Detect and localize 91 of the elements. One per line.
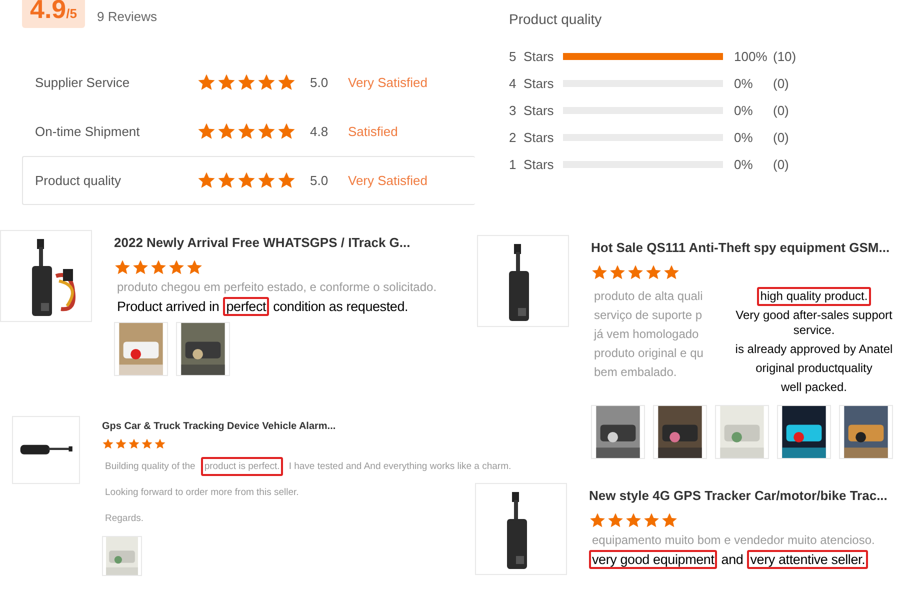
rating-verdict: Very Satisfied	[348, 75, 428, 90]
star-icon	[132, 259, 149, 276]
rating-value: 4.8	[310, 124, 330, 139]
star-level-label: 5 Stars	[509, 48, 555, 64]
star-icon	[197, 171, 216, 190]
star-icon	[589, 512, 606, 529]
review-text: bem embalado.	[593, 364, 678, 381]
star-icon	[237, 171, 256, 190]
star-icon	[217, 73, 236, 92]
product-title[interactable]: New style 4G GPS Tracker Car/motor/bike Trac...	[589, 488, 888, 503]
review-text: Regards.	[104, 512, 145, 526]
star-icon	[217, 171, 236, 190]
star-icon	[197, 73, 216, 92]
review-text: já vem homologado	[592, 326, 700, 343]
review-text: condition as requested.	[272, 298, 410, 316]
star-icon	[217, 122, 236, 141]
highlighted-phrase: very good equipment	[589, 550, 718, 569]
star-icon	[150, 259, 167, 276]
star-icon	[128, 438, 140, 450]
review-text: equipamento muito bom e vendedor muito atencioso.	[591, 532, 876, 549]
star-level-label: 4 Stars	[509, 76, 555, 90]
breakdown-title: Product quality	[509, 11, 603, 27]
star-icon	[643, 512, 660, 529]
rating-verdict: Very Satisfied	[348, 173, 428, 188]
rating-label: Supplier Service	[35, 75, 131, 90]
count-label: (0)	[773, 130, 789, 144]
percent-label: 100%	[734, 48, 768, 64]
review-text: produto original e qu	[593, 345, 704, 362]
star-icon	[625, 512, 642, 529]
review-text: Product arrived in	[116, 298, 220, 316]
review-text: and	[720, 551, 744, 569]
product-title[interactable]: 2022 Newly Arrival Free WHATSGPS / ITrack G...	[114, 235, 440, 250]
star-icon	[237, 73, 256, 92]
percent-label: 0%	[734, 102, 754, 118]
star-icon	[114, 259, 131, 276]
review-text: well packed.	[780, 379, 848, 396]
rating-label: On-time Shipment	[35, 124, 141, 139]
count-label: (0)	[773, 76, 789, 90]
count-label: (0)	[773, 156, 789, 172]
review-text: produto de alta quali	[593, 288, 704, 305]
rating-row[interactable]: Product quality 5.0 Very Satisfied	[22, 156, 475, 205]
star-icon	[645, 264, 662, 281]
star-level-label: 1 Stars	[509, 156, 555, 172]
rating-label: Product quality	[35, 173, 122, 188]
review-text: original productquality	[754, 360, 874, 377]
star-icon	[257, 73, 276, 92]
rating-value: 5.0	[310, 173, 330, 188]
star-icon	[154, 438, 166, 450]
highlighted-phrase: high quality product.	[757, 287, 871, 306]
star-icon	[607, 512, 624, 529]
rating-value: 5.0	[310, 75, 330, 90]
review-text: Very good after-sales support service.	[734, 307, 894, 339]
star-icon	[168, 259, 185, 276]
star-icon	[609, 264, 626, 281]
percent-label: 0%	[734, 76, 754, 90]
review-text: Looking forward to order more from this seller.	[104, 486, 300, 500]
review-text: produto chegou em perfeito estado, e conforme o solicitado.	[116, 279, 438, 296]
review-text: is already approved by Anatel	[734, 341, 894, 358]
star-icon	[102, 438, 114, 450]
star-icon	[627, 264, 644, 281]
highlighted-phrase: product is perfect.	[201, 457, 283, 476]
star-icon	[197, 122, 216, 141]
product-title[interactable]: Hot Sale QS111 Anti-Theft spy equipment GSM...	[591, 240, 900, 255]
star-icon	[277, 171, 296, 190]
review-text: serviço de suporte p	[593, 307, 704, 324]
review-text: Building quality of the	[104, 460, 196, 474]
star-level-label: 2 Stars	[509, 130, 555, 144]
star-icon	[591, 264, 608, 281]
count-label: (0)	[773, 102, 789, 118]
star-level-label: 3 Stars	[509, 102, 555, 118]
percent-label: 0%	[734, 130, 754, 144]
star-icon	[661, 512, 678, 529]
star-icon	[663, 264, 680, 281]
highlighted-phrase: very attentive seller.	[747, 550, 868, 569]
review-text: I have tested and And everything works like a charm.	[288, 460, 512, 474]
star-icon	[277, 122, 296, 141]
percent-label: 0%	[734, 156, 754, 172]
score-value: 4.9	[30, 0, 66, 25]
star-icon	[141, 438, 153, 450]
product-title[interactable]: Gps Car & Truck Tracking Device Vehicle Alarm...	[102, 421, 475, 432]
star-icon	[115, 438, 127, 450]
count-label: (10)	[773, 48, 796, 64]
star-icon	[237, 122, 256, 141]
star-icon	[277, 73, 296, 92]
score-scale: /5	[66, 6, 77, 21]
star-icon	[257, 122, 276, 141]
rating-verdict: Satisfied	[348, 124, 398, 139]
highlighted-phrase: perfect	[223, 297, 270, 316]
star-icon	[186, 259, 203, 276]
review-count: 9 Reviews	[97, 9, 157, 26]
star-icon	[257, 171, 276, 190]
